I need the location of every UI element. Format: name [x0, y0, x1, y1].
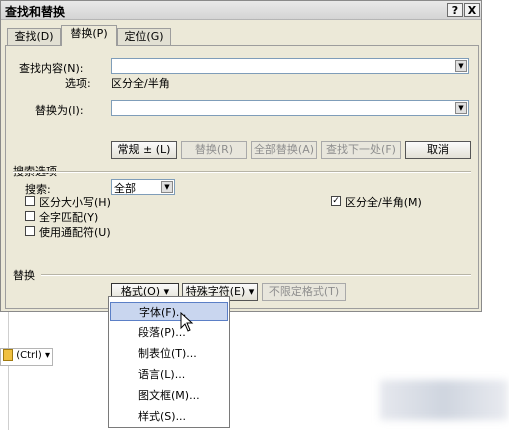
- dialog-title: 查找和替换: [5, 5, 66, 19]
- search-scope-select[interactable]: 全部 ▼: [111, 179, 175, 195]
- mouse-cursor-icon: [180, 312, 194, 332]
- title-bar: 查找和替换 ? X: [1, 1, 481, 20]
- match-width-checkbox[interactable]: ✓: [331, 196, 341, 206]
- document-left-border: [8, 312, 9, 430]
- tab-goto[interactable]: 定位(G): [117, 28, 171, 45]
- search-options-separator: [13, 171, 471, 173]
- replace-all-button[interactable]: 全部替换(A): [251, 141, 317, 159]
- find-label: 查找内容(N):: [19, 62, 84, 75]
- match-case-checkbox[interactable]: [25, 196, 35, 206]
- options-value: 区分全/半角: [111, 77, 170, 90]
- match-case-label: 区分大小写(H): [39, 196, 111, 209]
- wildcards-checkbox[interactable]: [25, 226, 35, 236]
- menu-item-language[interactable]: 语言(L)...: [110, 365, 228, 384]
- search-scope-value: 全部: [114, 182, 136, 195]
- tab-find[interactable]: 查找(D): [7, 28, 61, 45]
- menu-item-paragraph[interactable]: 段落(P)...: [110, 323, 228, 342]
- options-label: 选项:: [65, 77, 91, 90]
- replace-dropdown-button[interactable]: ▼: [455, 102, 467, 114]
- replace-input[interactable]: ▼: [111, 100, 469, 116]
- menu-item-font[interactable]: 字体(F)...: [110, 302, 228, 321]
- close-button[interactable]: X: [464, 3, 480, 17]
- replace-button[interactable]: 替换(R): [181, 141, 247, 159]
- tab-replace[interactable]: 替换(P): [61, 25, 117, 46]
- clipboard-icon: [3, 349, 13, 361]
- blurred-watermark: [380, 380, 508, 420]
- paste-options-label: (Ctrl): [16, 350, 42, 361]
- find-input[interactable]: ▼: [111, 58, 469, 74]
- replace-section-separator: [41, 274, 471, 276]
- chevron-down-icon: ▾: [44, 350, 51, 361]
- find-replace-dialog: 查找和替换 ? X 查找(D) 替换(P) 定位(G) 查找内容(N): ▼ 选…: [0, 0, 482, 312]
- no-format-button[interactable]: 不限定格式(T): [262, 283, 346, 301]
- search-scope-dropdown-button[interactable]: ▼: [161, 181, 173, 193]
- format-menu: 字体(F)... 段落(P)... 制表位(T)... 语言(L)... 图文框…: [108, 296, 230, 428]
- find-next-button[interactable]: 查找下一处(F): [321, 141, 401, 159]
- whole-word-checkbox[interactable]: [25, 211, 35, 221]
- normal-button[interactable]: 常规 ± (L): [111, 141, 177, 159]
- menu-item-style[interactable]: 样式(S)...: [110, 407, 228, 426]
- whole-word-label: 全字匹配(Y): [39, 211, 99, 224]
- match-width-label: 区分全/半角(M): [345, 196, 422, 209]
- paste-options-tag[interactable]: (Ctrl) ▾: [0, 348, 54, 366]
- replace-section-heading: 替换: [13, 269, 35, 282]
- replace-label: 替换为(I):: [35, 104, 84, 117]
- help-button[interactable]: ?: [447, 3, 463, 17]
- menu-item-frame[interactable]: 图文框(M)...: [110, 386, 228, 405]
- cancel-button[interactable]: 取消: [405, 141, 471, 159]
- wildcards-label: 使用通配符(U): [39, 226, 111, 239]
- find-dropdown-button[interactable]: ▼: [455, 60, 467, 72]
- menu-item-tabs[interactable]: 制表位(T)...: [110, 344, 228, 363]
